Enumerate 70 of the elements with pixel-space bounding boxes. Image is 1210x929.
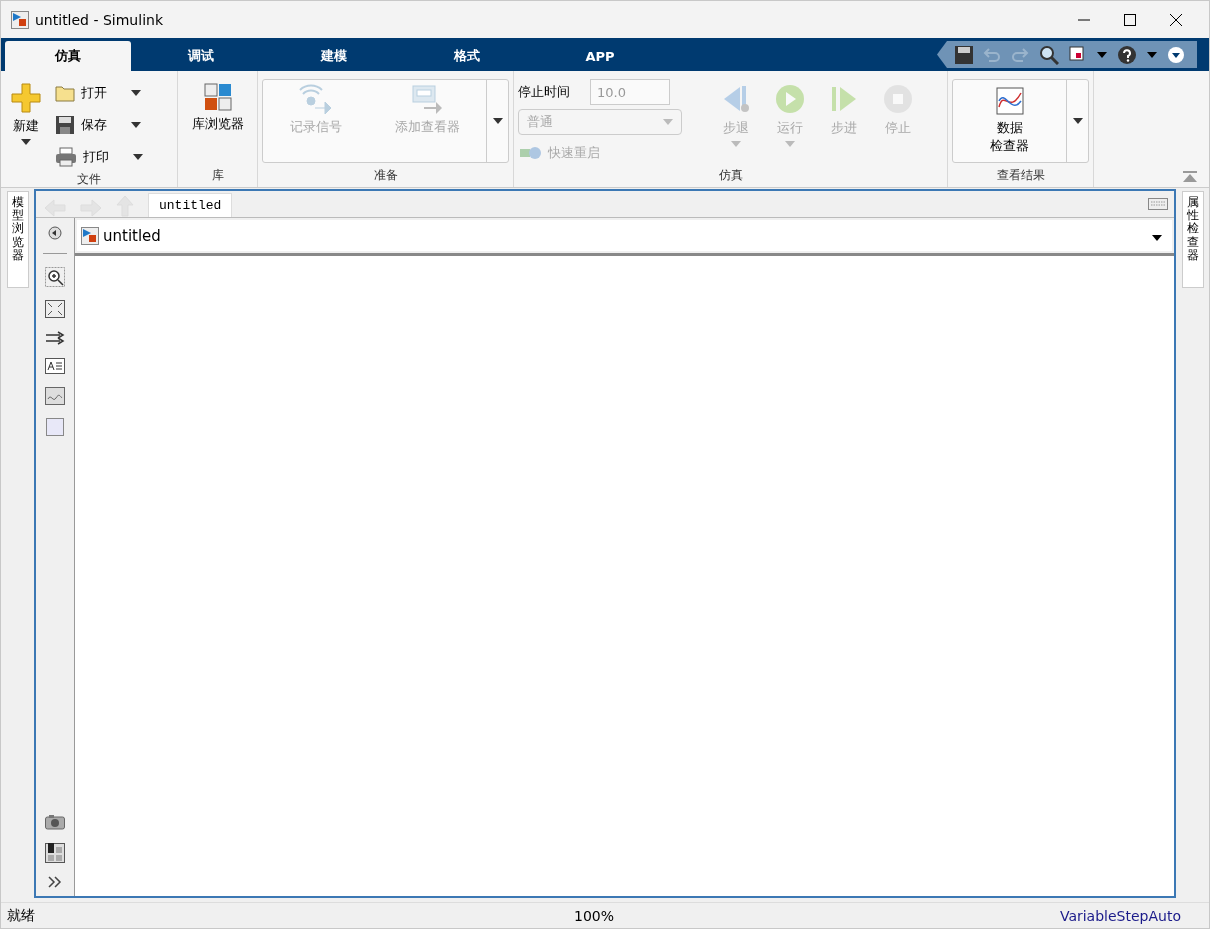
library-browser-button[interactable]: 库浏览器 bbox=[185, 79, 250, 167]
caret-icon bbox=[663, 119, 673, 125]
ribbon-tab[interactable]: 建模 bbox=[271, 41, 397, 71]
ribbon-tab[interactable]: 调试 bbox=[138, 41, 264, 71]
breadcrumb-item[interactable]: untitled bbox=[103, 226, 1148, 245]
image-icon bbox=[45, 387, 65, 405]
group-label: 查看结果 bbox=[996, 167, 1045, 184]
open-button[interactable]: 打开 bbox=[53, 79, 145, 107]
caret-icon bbox=[1072, 118, 1083, 124]
caret-icon bbox=[21, 139, 31, 145]
hide-explorer-icon bbox=[48, 226, 62, 240]
caret-icon bbox=[131, 90, 141, 96]
ribbon-tab[interactable]: APP bbox=[537, 41, 663, 71]
group-label: 文件 bbox=[77, 171, 101, 188]
undo-icon bbox=[983, 46, 1001, 63]
ribbon-tab[interactable]: 仿真 bbox=[5, 41, 131, 71]
plus-icon bbox=[11, 83, 41, 113]
save-button[interactable]: 保存 bbox=[53, 111, 145, 139]
close-icon bbox=[1170, 13, 1182, 26]
group-label: 准备 bbox=[373, 167, 398, 184]
model-icon bbox=[81, 226, 99, 245]
folder-icon bbox=[55, 84, 75, 102]
caret-icon bbox=[1097, 51, 1107, 58]
printer-icon bbox=[55, 147, 77, 167]
caret-icon bbox=[785, 141, 795, 147]
status-text: 就绪 bbox=[7, 906, 36, 925]
collapse-menu-icon bbox=[1167, 45, 1185, 64]
model-data-icon bbox=[45, 843, 65, 863]
print-button[interactable]: 打印 bbox=[53, 143, 145, 171]
model-browser-tab[interactable]: 模型浏览器 bbox=[6, 191, 29, 288]
editor-tab[interactable]: untitled bbox=[148, 193, 233, 217]
zoom-level: 100% bbox=[572, 907, 615, 924]
run-icon bbox=[774, 83, 806, 115]
caret-icon bbox=[131, 122, 141, 128]
double-chevron-icon bbox=[48, 876, 62, 888]
window-title: untitled - Simulink bbox=[35, 11, 164, 28]
caret-icon bbox=[492, 118, 503, 124]
data-inspector-button[interactable]: 数据 检查器 bbox=[953, 80, 1066, 162]
signal-arrows-icon bbox=[45, 331, 65, 345]
camera-icon bbox=[45, 814, 65, 830]
caret-icon bbox=[731, 141, 741, 147]
group-label: 仿真 bbox=[718, 167, 743, 184]
signal-wave-icon bbox=[298, 84, 333, 114]
fit-to-view-icon bbox=[45, 300, 65, 318]
help-icon bbox=[1117, 44, 1137, 65]
viewer-icon bbox=[410, 84, 444, 114]
find-block-icon bbox=[1069, 45, 1087, 64]
library-grid-icon bbox=[203, 83, 232, 111]
search-icon bbox=[1039, 44, 1059, 65]
annotation-icon bbox=[45, 358, 65, 374]
model-icon bbox=[11, 10, 29, 29]
area-icon bbox=[46, 418, 64, 436]
maximize-icon bbox=[1124, 13, 1136, 26]
collapse-ribbon-icon bbox=[1183, 171, 1197, 183]
fast-restart-icon bbox=[520, 146, 542, 160]
group-label: 库 bbox=[211, 167, 224, 184]
zoom-in-icon bbox=[45, 267, 65, 287]
save-icon bbox=[955, 45, 973, 64]
back-arrow-icon bbox=[44, 199, 66, 217]
dropdown-caret-icon bbox=[1152, 235, 1162, 241]
solver-name[interactable]: VariableStepAuto bbox=[789, 907, 1181, 924]
property-inspector-tab[interactable]: 属性检查器 bbox=[1181, 191, 1204, 288]
redo-icon bbox=[1011, 46, 1029, 63]
keyboard-icon bbox=[1148, 197, 1168, 210]
ribbon-tab[interactable]: 格式 bbox=[404, 41, 530, 71]
caret-icon bbox=[1147, 51, 1157, 58]
chart-icon bbox=[995, 86, 1024, 115]
new-button[interactable]: 新建 bbox=[5, 79, 47, 171]
caret-icon bbox=[133, 154, 143, 160]
stop-time-label: 停止时间 bbox=[518, 83, 570, 101]
